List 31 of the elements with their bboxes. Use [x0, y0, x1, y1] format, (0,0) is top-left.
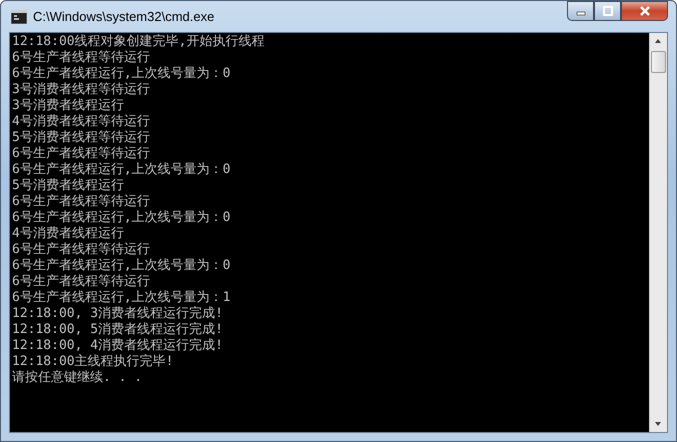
console-line: 6号生产者线程运行,上次线号量为：0 [12, 210, 232, 226]
console-line: 6号生产者线程等待运行 [12, 242, 151, 258]
console-line: 12:18:00线程对象创建完毕,开始执行线程 [12, 34, 266, 50]
console-line: 12:18:00, 4消费者线程运行完成! [12, 338, 224, 354]
maximize-button[interactable] [594, 1, 621, 21]
console-line: 3号消费者线程运行 [12, 98, 125, 114]
minimize-button[interactable] [567, 1, 594, 21]
console-line: 12:18:00, 3消费者线程运行完成! [12, 306, 224, 322]
console-line: 6号生产者线程等待运行 [12, 274, 151, 290]
console-line: 4号消费者线程等待运行 [12, 114, 151, 130]
console-line: 12:18:00主线程执行完毕! [12, 354, 174, 370]
console-line: 6号生产者线程等待运行 [12, 194, 151, 210]
window-title: C:\Windows\system32\cmd.exe [33, 9, 216, 24]
close-button[interactable] [621, 1, 668, 21]
scroll-thumb[interactable] [651, 51, 666, 73]
maximize-icon [602, 6, 612, 16]
console-line: 6号生产者线程运行,上次线号量为：0 [12, 66, 232, 82]
console-line: 6号生产者线程运行,上次线号量为：0 [12, 258, 232, 274]
console-line: 5号消费者线程运行 [12, 178, 125, 194]
console-line: 3号消费者线程等待运行 [12, 82, 151, 98]
console-line: 6号生产者线程等待运行 [12, 50, 151, 66]
console-line: 12:18:00, 5消费者线程运行完成! [12, 322, 224, 338]
console-line: 6号生产者线程运行,上次线号量为：1 [12, 290, 232, 306]
console-line: 6号生产者线程等待运行 [12, 146, 151, 162]
console-line: 6号生产者线程运行,上次线号量为：0 [12, 162, 232, 178]
console-line: 4号消费者线程运行 [12, 226, 125, 242]
console-line: 请按任意键继续. . . [12, 370, 144, 386]
scrollbar[interactable] [649, 33, 667, 432]
console-line: 5号消费者线程等待运行 [12, 130, 151, 146]
console-icon [11, 10, 27, 24]
close-icon [638, 6, 650, 16]
